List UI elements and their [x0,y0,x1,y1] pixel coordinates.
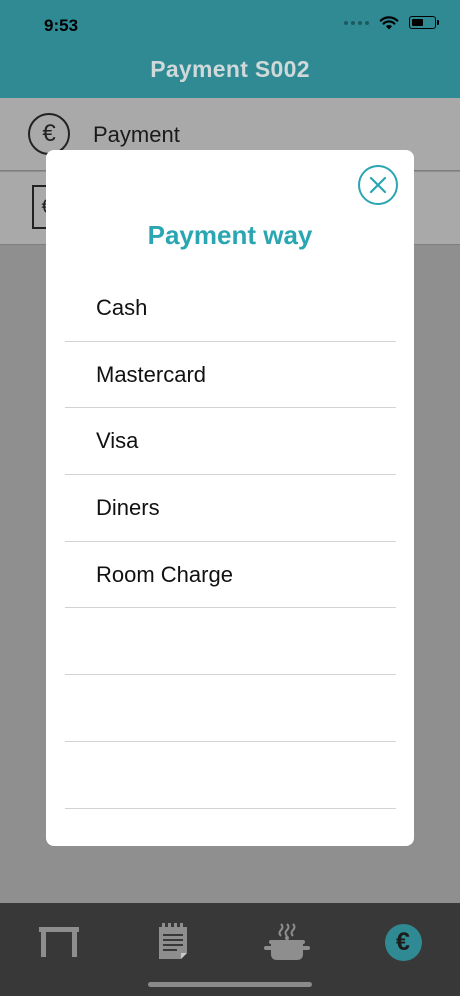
payment-row-label: Payment [93,122,180,147]
page-title: Payment S002 [150,56,310,82]
close-icon [369,176,387,194]
wifi-icon [379,16,399,30]
payment-option-empty[interactable] [65,742,396,809]
euro-circle-icon: € [28,113,70,155]
euro-payment-icon: € [384,923,422,961]
payment-option-visa[interactable]: Visa [65,408,396,476]
tab-payment[interactable]: € [378,917,428,967]
payment-option-cash[interactable]: Cash [65,275,396,342]
payment-option-empty[interactable] [65,675,396,742]
payment-option-diners[interactable]: Diners [65,475,396,542]
status-time: 9:53 [44,16,79,35]
home-indicator [148,982,312,987]
tab-orders[interactable] [148,917,198,967]
payment-option-list: Cash Mastercard Visa Diners Room Charge [65,275,396,809]
tab-tables[interactable] [34,917,84,967]
cellular-signal-icon [344,20,369,25]
payment-option-empty[interactable] [65,608,396,676]
modal-title: Payment way [147,220,313,250]
payment-option-room-charge[interactable]: Room Charge [65,542,396,609]
top-bar: 9:53 Payment S002 [0,0,460,98]
tab-kitchen[interactable] [262,917,312,967]
table-icon [39,927,79,957]
cooking-pot-icon [264,923,310,960]
status-indicators [344,15,439,30]
close-button[interactable] [358,165,398,205]
battery-icon [409,16,439,29]
order-notepad-icon [159,923,187,959]
payment-option-mastercard[interactable]: Mastercard [65,342,396,409]
payment-way-modal: Payment way Cash Mastercard Visa Diners … [46,150,414,846]
